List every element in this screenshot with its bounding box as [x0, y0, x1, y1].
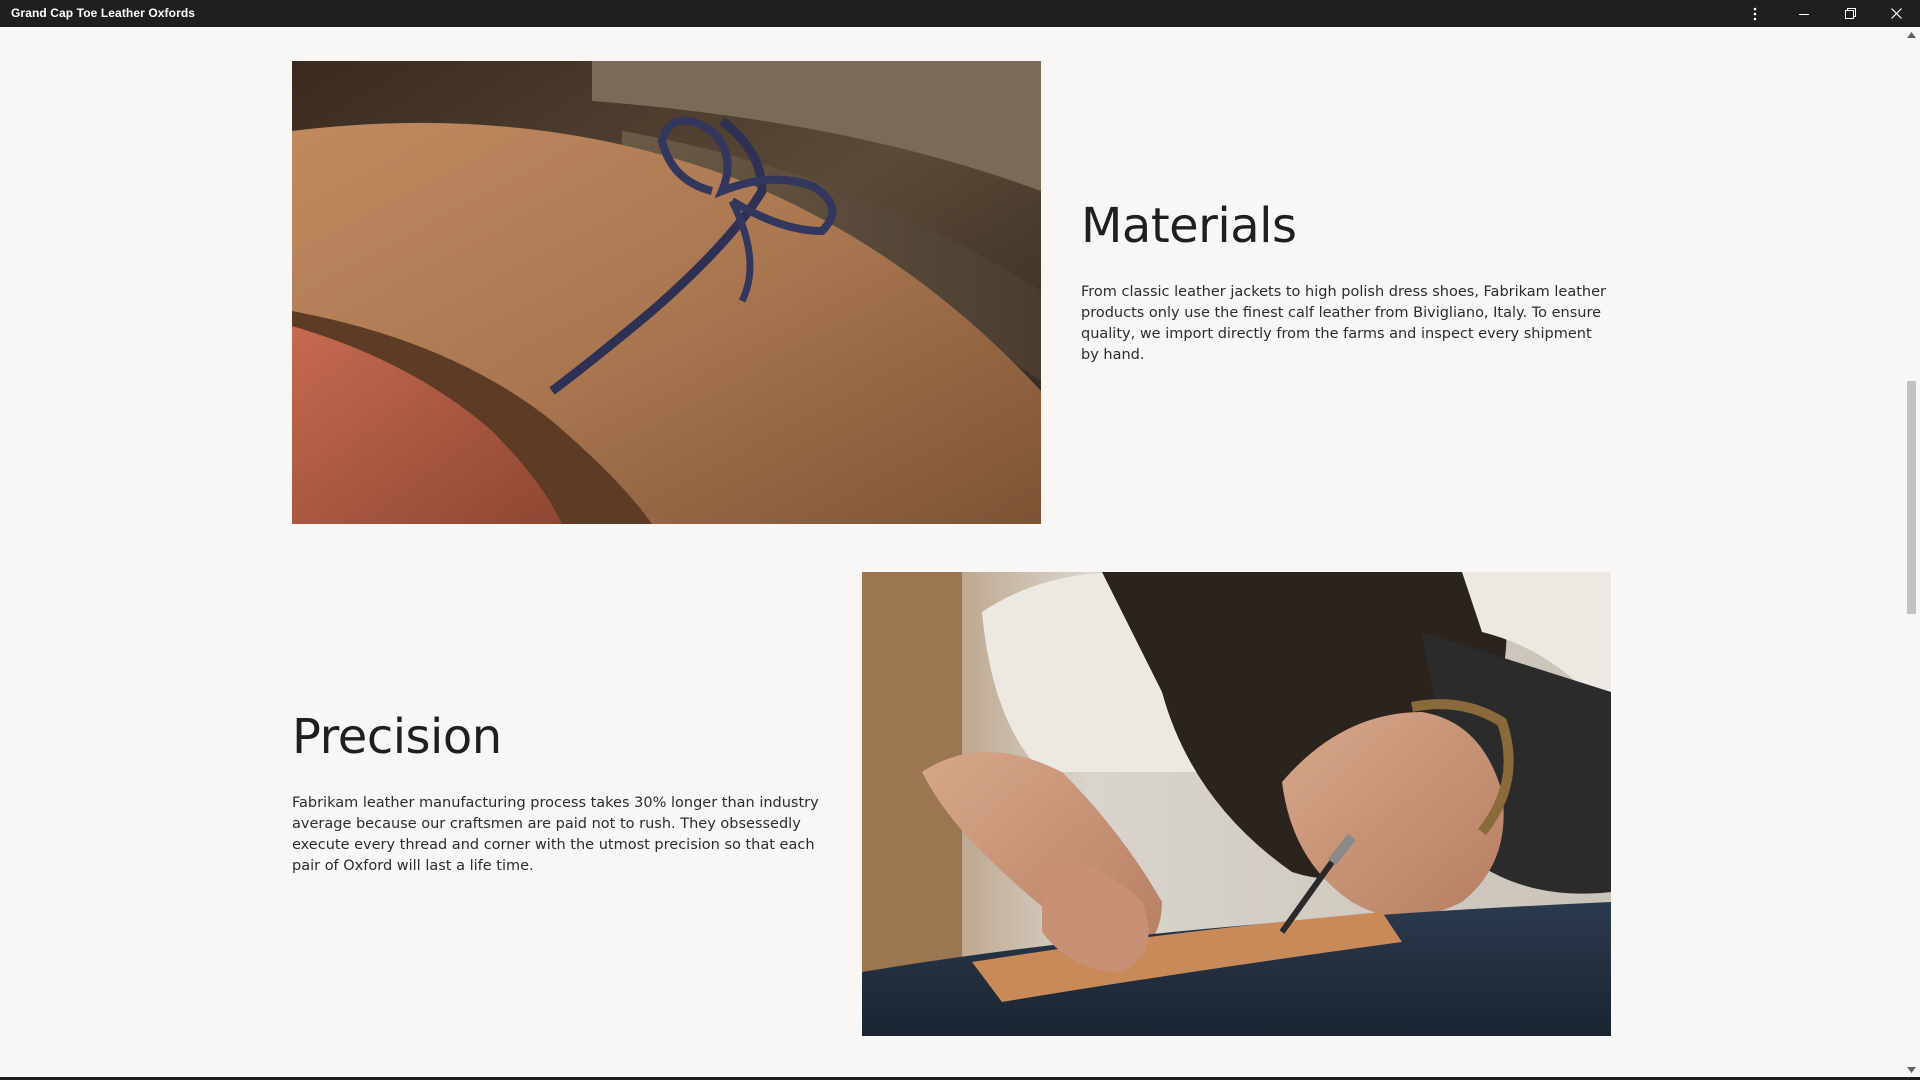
- scrollbar-thumb[interactable]: [1907, 381, 1916, 614]
- materials-section: Materials From classic leather jackets t…: [1081, 198, 1611, 366]
- precision-description: Fabrikam leather manufacturing process t…: [292, 795, 819, 874]
- scroll-down-button[interactable]: [1907, 1065, 1916, 1074]
- precision-heading: Precision: [292, 709, 502, 765]
- materials-image: [292, 61, 1041, 524]
- title-bar: Grand Cap Toe Leather Oxfords: [0, 0, 1920, 27]
- window-title: Grand Cap Toe Leather Oxfords: [11, 6, 196, 20]
- close-button[interactable]: [1873, 0, 1919, 27]
- more-options-button[interactable]: [1732, 0, 1778, 27]
- restore-button[interactable]: [1827, 0, 1873, 27]
- minimize-button[interactable]: [1781, 0, 1827, 27]
- vertical-scrollbar[interactable]: [1903, 27, 1920, 1077]
- scroll-up-button[interactable]: [1907, 30, 1916, 39]
- chevron-down-icon: [1907, 1066, 1916, 1073]
- rolled-suede-leather-image: [292, 61, 1041, 524]
- precision-section: Precision Fabrikam leather manufacturing…: [292, 709, 822, 877]
- restore-icon: [1844, 8, 1856, 19]
- craftsman-cutting-leather-image: [862, 572, 1611, 1036]
- more-icon: [1753, 7, 1757, 20]
- materials-heading: Materials: [1081, 198, 1297, 254]
- precision-image: [862, 572, 1611, 1036]
- close-icon: [1890, 8, 1902, 19]
- materials-description: From classic leather jackets to high pol…: [1081, 284, 1606, 363]
- minimize-icon: [1799, 13, 1809, 15]
- chevron-up-icon: [1907, 31, 1916, 38]
